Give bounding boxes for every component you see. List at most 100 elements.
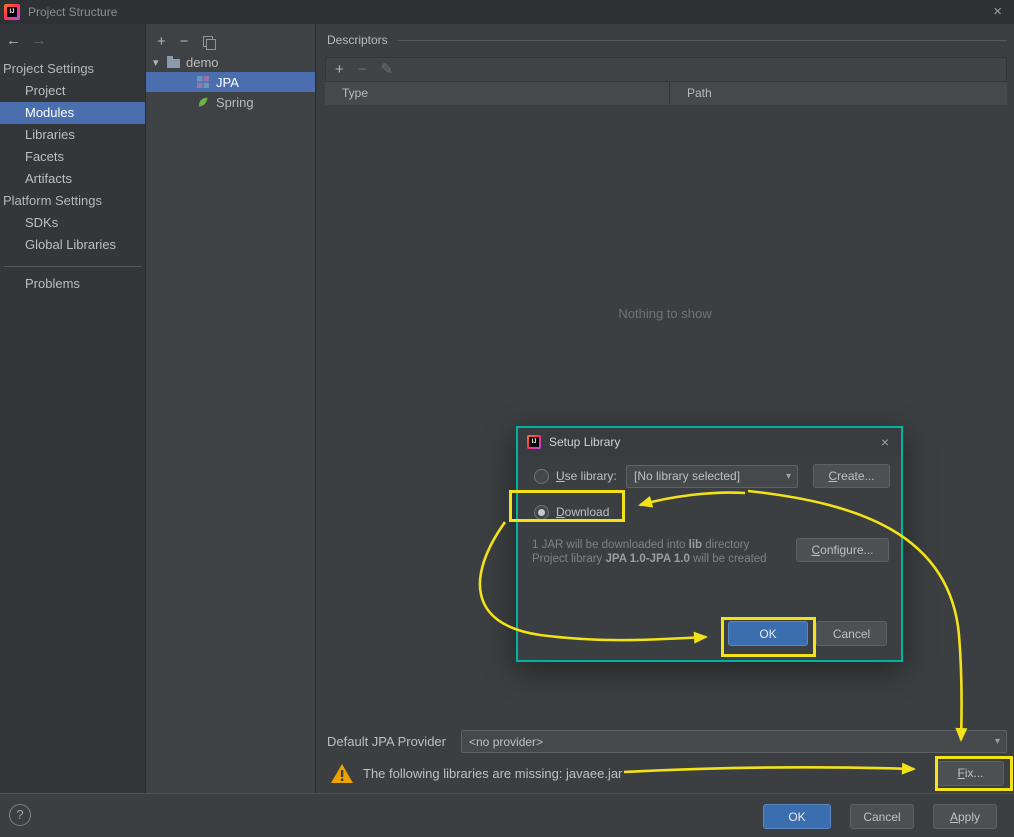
- section-platform-settings: Platform Settings: [0, 190, 145, 212]
- sidebar-item-libraries[interactable]: Libraries: [0, 124, 145, 146]
- column-header-type[interactable]: Type: [325, 82, 670, 105]
- setup-library-titlebar: IJ Setup Library ×: [518, 428, 901, 456]
- configure-button-label: Configure...: [811, 543, 873, 557]
- sidebar-item-global-libraries[interactable]: Global Libraries: [0, 234, 145, 256]
- settings-sidebar: ← → Project Settings Project Modules Lib…: [0, 24, 145, 793]
- provider-select[interactable]: <no provider> ▾: [461, 730, 1007, 753]
- add-descriptor-button[interactable]: +: [335, 63, 344, 77]
- intellij-logo-icon: IJ: [527, 435, 541, 449]
- remove-descriptor-button[interactable]: −: [358, 63, 367, 77]
- column-header-path[interactable]: Path: [670, 82, 1007, 105]
- configure-button[interactable]: Configure...: [796, 538, 889, 562]
- sidebar-item-modules[interactable]: Modules: [0, 102, 145, 124]
- use-library-label[interactable]: Use library:: [556, 469, 620, 483]
- warning-icon: [330, 763, 354, 784]
- dialog-title: Setup Library: [549, 435, 620, 449]
- download-radio[interactable]: [534, 505, 549, 520]
- library-select-value: [No library selected]: [634, 469, 740, 483]
- setup-library-buttons: OK Cancel: [728, 621, 887, 646]
- info-line-2: Project library JPA 1.0-JPA 1.0 will be …: [532, 552, 767, 566]
- download-info-text: 1 JAR will be downloaded into lib direct…: [532, 538, 767, 566]
- tree-node-jpa[interactable]: JPA: [146, 72, 315, 92]
- help-button[interactable]: ?: [9, 804, 31, 826]
- warning-message: The following libraries are missing: jav…: [363, 766, 622, 781]
- copy-module-icon[interactable]: [203, 36, 214, 48]
- tree-node-label: demo: [186, 55, 219, 70]
- modules-tree-panel: + − ▾ demo JPA Spring: [145, 24, 316, 793]
- remove-module-button[interactable]: −: [180, 35, 189, 49]
- dialog-ok-label: OK: [759, 627, 776, 641]
- project-structure-window: IJ Project Structure × ← → Project Setti…: [0, 0, 1014, 837]
- tree-node-label: JPA: [216, 75, 239, 90]
- chevron-down-icon: ▾: [995, 736, 1000, 747]
- logo-text: IJ: [7, 7, 17, 17]
- history-nav: ← →: [0, 24, 145, 58]
- window-titlebar: IJ Project Structure ×: [0, 0, 1014, 24]
- ok-button-label: OK: [788, 810, 805, 824]
- cancel-button[interactable]: Cancel: [850, 804, 914, 829]
- setup-library-body: Use library: [No library selected] ▾ Cre…: [518, 456, 901, 658]
- forward-arrow-icon[interactable]: →: [32, 32, 47, 49]
- dialog-cancel-button[interactable]: Cancel: [816, 621, 887, 646]
- use-library-radio[interactable]: [534, 469, 549, 484]
- info-text-bold: JPA 1.0-JPA 1.0: [606, 553, 690, 565]
- empty-table-message: Nothing to show: [316, 306, 1014, 321]
- module-folder-icon: [167, 59, 180, 68]
- download-row: Download: [534, 500, 609, 524]
- dialog-footer-bar: ? OK Cancel Apply: [0, 793, 1014, 837]
- descriptors-header: Descriptors: [327, 32, 1007, 48]
- sidebar-item-problems[interactable]: Problems: [0, 273, 145, 295]
- apply-button[interactable]: Apply: [933, 804, 997, 829]
- provider-value: <no provider>: [469, 735, 543, 749]
- descriptors-label: Descriptors: [327, 33, 388, 47]
- dialog-close-button[interactable]: ×: [881, 428, 889, 456]
- descriptors-table-header: Type Path: [325, 82, 1007, 105]
- window-title: Project Structure: [28, 5, 117, 19]
- info-text-bold: lib: [689, 539, 702, 551]
- chevron-down-icon: ▾: [786, 471, 791, 482]
- header-divider: [397, 40, 1007, 41]
- chevron-down-icon[interactable]: ▾: [153, 56, 167, 69]
- window-body: ← → Project Settings Project Modules Lib…: [0, 24, 1014, 793]
- sidebar-item-artifacts[interactable]: Artifacts: [0, 168, 145, 190]
- back-arrow-icon[interactable]: ←: [6, 32, 21, 49]
- fix-button[interactable]: Fix...: [937, 761, 1004, 786]
- add-module-button[interactable]: +: [157, 35, 166, 49]
- tree-node-demo[interactable]: ▾ demo: [146, 52, 315, 72]
- window-close-button[interactable]: ×: [993, 0, 1002, 24]
- dialog-cancel-label: Cancel: [833, 627, 870, 641]
- info-text: will be created: [690, 553, 767, 565]
- apply-button-label: Apply: [950, 810, 980, 824]
- missing-libraries-warning-row: The following libraries are missing: jav…: [330, 757, 1007, 789]
- sidebar-item-facets[interactable]: Facets: [0, 146, 145, 168]
- sidebar-item-sdks[interactable]: SDKs: [0, 212, 145, 234]
- info-line-1: 1 JAR will be downloaded into lib direct…: [532, 538, 767, 552]
- create-button[interactable]: Create...: [813, 464, 890, 488]
- edit-descriptor-button[interactable]: ✎: [381, 63, 394, 77]
- tree-node-spring[interactable]: Spring: [146, 92, 315, 112]
- info-text: directory: [702, 539, 749, 551]
- default-jpa-provider-row: Default JPA Provider <no provider> ▾: [327, 730, 1007, 753]
- jpa-facet-icon: [197, 76, 210, 88]
- modules-toolbar: + −: [146, 24, 315, 52]
- info-text: 1 JAR will be downloaded into: [532, 539, 689, 551]
- use-library-row: Use library: [No library selected] ▾ Cre…: [534, 464, 890, 488]
- library-select[interactable]: [No library selected] ▾: [626, 465, 798, 488]
- spring-leaf-icon: [197, 96, 210, 108]
- cancel-button-label: Cancel: [863, 810, 900, 824]
- footer-buttons: OK Cancel Apply: [763, 804, 997, 829]
- logo-text: IJ: [529, 437, 539, 447]
- dialog-ok-button[interactable]: OK: [728, 621, 808, 646]
- descriptors-toolbar: + − ✎: [325, 57, 1007, 82]
- create-button-label: Create...: [828, 469, 874, 483]
- ok-button[interactable]: OK: [763, 804, 831, 829]
- info-text: Project library: [532, 553, 606, 565]
- sidebar-item-project[interactable]: Project: [0, 80, 145, 102]
- section-project-settings: Project Settings: [0, 58, 145, 80]
- fix-button-label: Fix...: [957, 766, 983, 780]
- download-label[interactable]: Download: [556, 505, 609, 519]
- sidebar-divider: [4, 266, 141, 267]
- descriptors-panel: Descriptors + − ✎ Type Path Nothing to s…: [316, 24, 1014, 793]
- setup-library-dialog: IJ Setup Library × Use library: [No libr…: [516, 426, 903, 662]
- intellij-logo-icon: IJ: [4, 4, 20, 20]
